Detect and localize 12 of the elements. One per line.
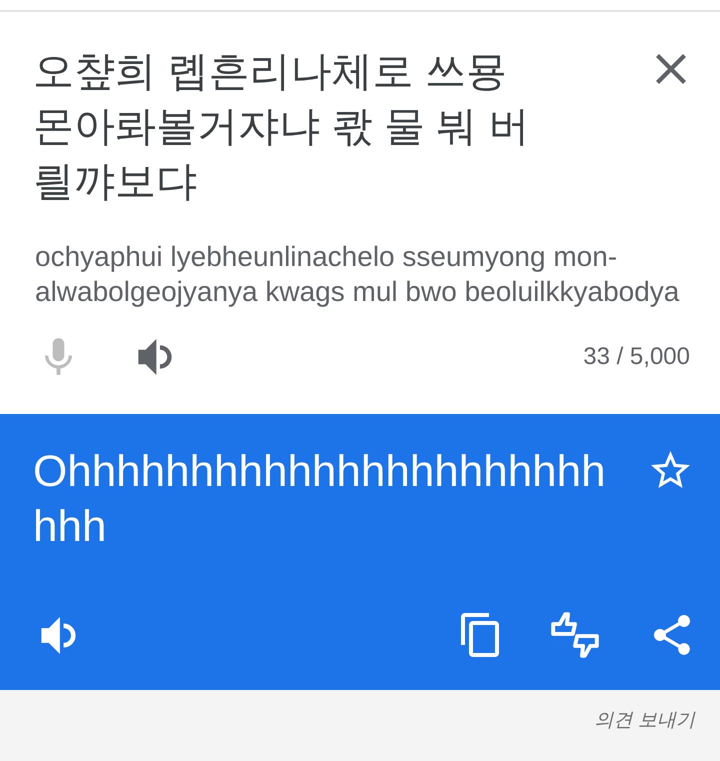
romanization-text: ochyaphui lyebheunlinachelo sseumyong mon-alwabolgeojyanya kwags mul bwo beoluilkkyabodya: [34, 240, 680, 309]
close-icon[interactable]: [656, 54, 686, 84]
thumbs-up-down-icon[interactable]: [551, 611, 599, 659]
copy-icon[interactable]: [461, 613, 499, 657]
character-count: 33 / 5,000: [583, 342, 690, 372]
star-icon[interactable]: [651, 451, 690, 488]
translation-text: Ohhhhhhhhhhhhhhhhhhhhhhhhh: [33, 446, 607, 553]
source-text: 오챺희 롑흔리나체로 쓰묭 몬아롸볼거쟈냐 콳 물 붜 버릘꺄보댜: [33, 47, 531, 206]
speaker-icon[interactable]: [138, 338, 172, 374]
speaker-icon[interactable]: [41, 616, 76, 654]
feedback-link[interactable]: 의견 보내기: [594, 707, 695, 736]
share-icon[interactable]: [654, 615, 690, 655]
